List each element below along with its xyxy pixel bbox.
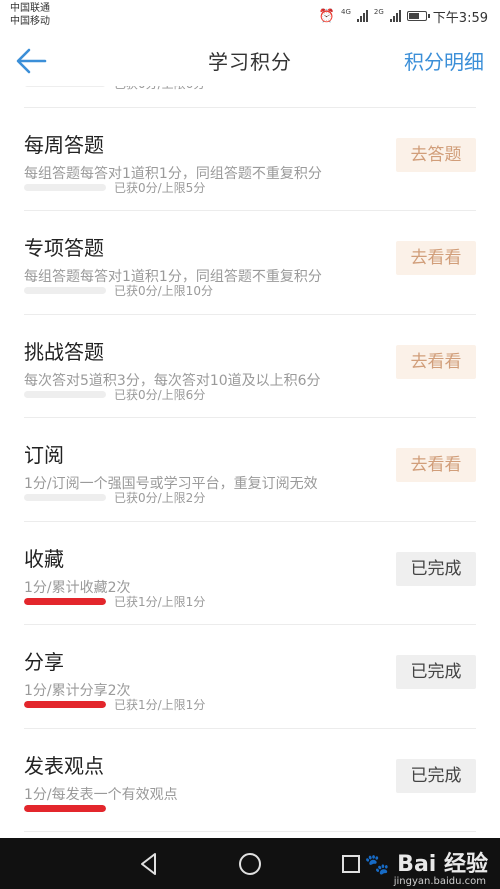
task-action-button[interactable]: 去看看 [396, 344, 476, 379]
task-item: 挑战答题 每次答对5道积3分，每次答对10道及以上积6分 已获0分/上限6分 去看看 [0, 315, 500, 418]
task-progress-fill [24, 804, 106, 812]
task-action-button[interactable]: 已完成 [396, 655, 476, 689]
paw-logo-icon: 🐾 [364, 852, 390, 876]
signal-1-icon [356, 10, 368, 22]
task-progress-bar [24, 597, 106, 605]
carrier-1: 中国联通 [10, 3, 50, 14]
task-progress-text: 已获0分/上限10分 [114, 284, 213, 298]
nav-home-icon[interactable] [236, 850, 264, 878]
task-name: 挑战答题 [24, 339, 104, 364]
task-progress-bar [24, 183, 106, 191]
nav-back-icon[interactable] [135, 850, 163, 878]
carrier-2: 中国移动 [10, 16, 50, 27]
task-name: 专项答题 [24, 236, 104, 260]
page-header: 学习积分 积分明细 [0, 36, 500, 86]
points-detail-link[interactable]: 积分明细 [404, 46, 484, 75]
task-progress-text: 已获0分/上限6分 [114, 86, 205, 92]
nav-recents-icon[interactable] [337, 850, 365, 878]
task-name: 每周答题 [24, 132, 104, 157]
task-progress-text: 已获1分/上限1分 [114, 594, 206, 609]
task-item: 每周答题 每组答题每答对1道积1分，同组答题不重复积分 已获0分/上限5分 去答题 [0, 108, 500, 211]
task-item: 分享 1分/累计分享2次 已获1分/上限1分 已完成 [0, 625, 500, 729]
task-action-button[interactable]: 去看看 [396, 448, 476, 482]
task-progress-bar [24, 287, 106, 294]
task-list: 每日答题每组答题答对2-4道积1分，答对5道积2分已获0分/上限6分去答题每周答… [0, 86, 500, 832]
signal-2-icon [389, 10, 401, 22]
task-progress-text: 已获0分/上限2分 [114, 491, 206, 505]
task-progress-fill [24, 701, 106, 708]
task-list-viewport[interactable]: 每日答题每组答题答对2-4道积1分，答对5道积2分已获0分/上限6分去答题每周答… [0, 86, 500, 838]
task-progress-text: 已获0分/上限5分 [114, 180, 206, 195]
task-item: 每日答题每组答题答对2-4道积1分，答对5道积2分已获0分/上限6分去答题 [0, 86, 500, 108]
task-progress-text: 已获1分/上限1分 [114, 698, 206, 712]
task-item: 专项答题 每组答题每答对1道积1分，同组答题不重复积分 已获0分/上限10分 去看看 [0, 211, 500, 315]
watermark-url: jingyan.baidu.com [393, 876, 486, 887]
task-progress-bar [24, 804, 106, 812]
baidu-jingyan-watermark: 🐾 Bai 经验 [365, 846, 488, 878]
task-name: 收藏 [24, 546, 64, 571]
status-time: 下午3:59 [432, 10, 488, 26]
task-action-button[interactable]: 已完成 [396, 758, 476, 793]
task-action-button[interactable]: 已完成 [396, 551, 476, 586]
divider [24, 831, 476, 832]
task-name: 分享 [24, 650, 64, 674]
task-progress-bar [24, 494, 106, 501]
task-action-button[interactable]: 去看看 [396, 241, 476, 275]
alarm-icon: ⏰ [318, 8, 336, 24]
battery-icon [406, 11, 430, 21]
task-name: 发表观点 [24, 753, 104, 778]
task-progress-bar [24, 701, 106, 708]
network-type-1: 4G [341, 8, 351, 16]
task-progress-bar [24, 86, 106, 87]
watermark-brand: Bai 经验 [397, 852, 488, 877]
task-progress-fill [24, 597, 106, 605]
status-indicators: ⏰ 4G 2G 下午3:59 [318, 7, 488, 26]
task-progress-bar [24, 390, 106, 398]
task-description: 1分/每发表一个有效观点 [24, 786, 178, 803]
system-nav-bar: 🐾 Bai 经验 jingyan.baidu.com [0, 838, 500, 889]
task-item: 收藏 1分/累计收藏2次 已获1分/上限1分 已完成 [0, 522, 500, 625]
task-action-button[interactable]: 去答题 [396, 137, 476, 172]
task-name: 订阅 [24, 443, 64, 467]
status-bar: 中国联通 中国移动 ⏰ 4G 2G 下午3:59 [0, 0, 500, 36]
task-item: 发表观点 1分/每发表一个有效观点 已完成 [0, 729, 500, 832]
network-type-2: 2G [373, 8, 384, 16]
task-item: 订阅 1分/订阅一个强国号或学习平台，重复订阅无效 已获0分/上限2分 去看看 [0, 418, 500, 522]
task-progress-text: 已获0分/上限6分 [114, 387, 206, 402]
